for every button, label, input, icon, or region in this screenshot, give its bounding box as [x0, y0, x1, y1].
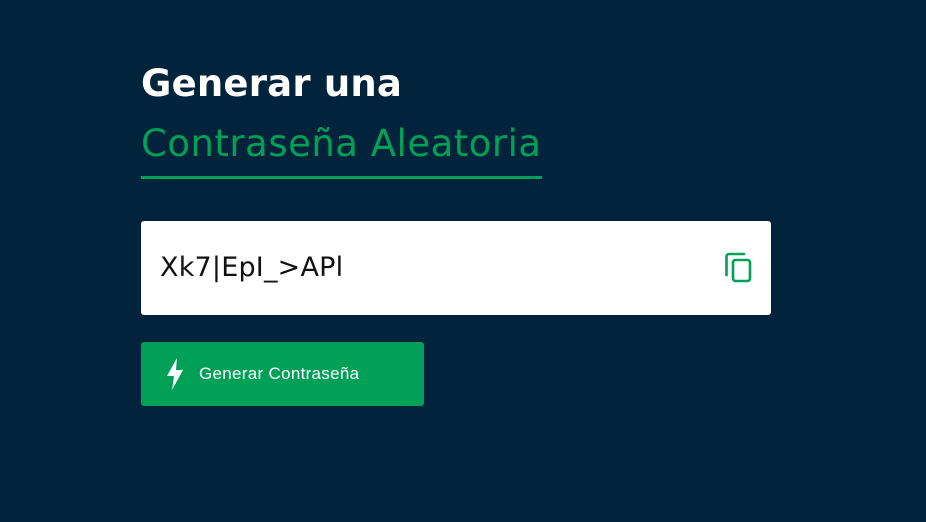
password-field[interactable]: Xk7|EpI_>APl — [141, 221, 771, 315]
page-title: Generar una — [141, 62, 403, 105]
page: { "header": { "title_line1": "Generar un… — [0, 0, 926, 522]
generate-password-label: Generar Contraseña — [199, 364, 360, 383]
generator-panel: Generar una Contraseña Aleatoria Xk7|EpI… — [141, 60, 771, 406]
copy-icon — [725, 252, 752, 283]
bolt-icon — [163, 357, 187, 391]
copy-button[interactable] — [723, 252, 755, 284]
generate-password-button[interactable]: Generar Contraseña — [141, 342, 424, 406]
password-value[interactable]: Xk7|EpI_>APl — [160, 251, 343, 285]
page-subtitle: Contraseña Aleatoria — [141, 120, 542, 179]
